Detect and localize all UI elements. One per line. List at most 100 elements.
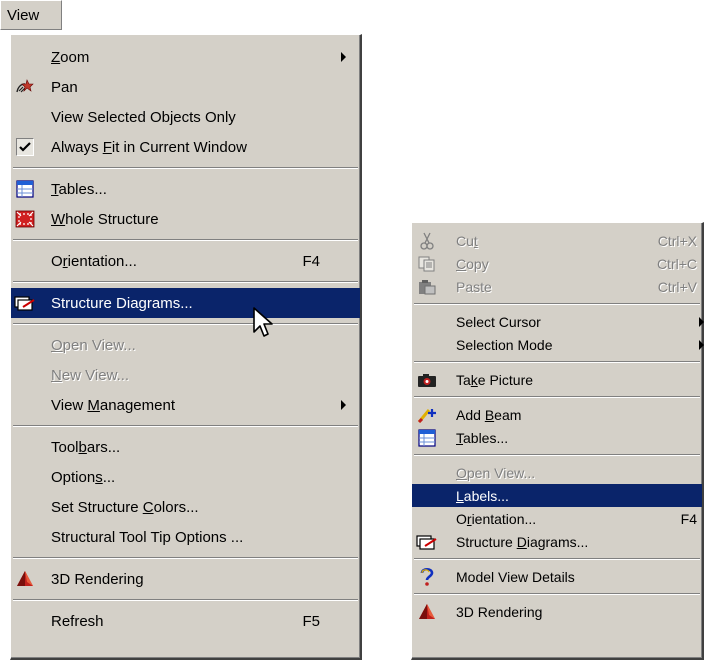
menu-item-zoom[interactable]: Zoom <box>11 42 360 72</box>
menu-item-open-view[interactable]: Open View... <box>412 461 702 484</box>
menu-item-label: Tables... <box>51 180 107 198</box>
menu-item-shortcut: F5 <box>302 612 320 630</box>
menu-item-label: Select Cursor <box>456 313 541 330</box>
menu-item-select-cursor[interactable]: Select Cursor <box>412 310 704 333</box>
scissors-icon <box>416 231 438 251</box>
menu-item-shortcut: F4 <box>680 510 697 527</box>
submenu-arrow-icon <box>341 400 346 410</box>
menu-item-label: Open View... <box>51 336 136 354</box>
menu-item-label: Selection Mode <box>456 336 553 353</box>
menu-item-toolbars[interactable]: Toolbars... <box>11 432 360 462</box>
menu-item-label: Structure Diagrams... <box>456 533 589 550</box>
menu-item-label: Toolbars... <box>51 438 121 456</box>
menu-item-label: Paste <box>456 278 492 295</box>
menu-separator <box>11 162 360 174</box>
context-menu: Cut Ctrl+X Copy Ctrl+C Paste Ctrl+V Sele… <box>411 222 704 660</box>
menu-item-label: Zoom <box>51 48 90 66</box>
menu-item-label: Cut <box>456 232 478 249</box>
menu-item-tables[interactable]: Tables... <box>412 426 702 449</box>
menu-item-3d-rendering[interactable]: 3D Rendering <box>11 564 360 594</box>
menu-item-label: 3D Rendering <box>51 570 144 588</box>
menu-separator <box>11 552 360 564</box>
menu-item-shortcut: F4 <box>302 252 320 270</box>
3d-rendering-icon <box>14 569 36 589</box>
view-menu-title-label: View <box>7 6 40 24</box>
menu-item-view-selected-objects-only[interactable]: View Selected Objects Only <box>11 102 360 132</box>
menu-item-label: Tables... <box>456 429 509 446</box>
checkmark-icon <box>14 137 36 157</box>
copy-icon <box>416 254 438 274</box>
menu-item-label: Structural Tool Tip Options ... <box>51 528 244 546</box>
menu-item-label: Add Beam <box>456 406 522 423</box>
tables-icon <box>14 179 36 199</box>
menu-item-options[interactable]: Options... <box>11 462 360 492</box>
menu-item-whole-structure[interactable]: Whole Structure <box>11 204 360 234</box>
mouse-pointer-icon <box>253 307 273 337</box>
menu-item-label: Whole Structure <box>51 210 159 228</box>
menu-item-open-view[interactable]: Open View... <box>11 330 360 360</box>
menu-item-labels[interactable]: Labels... <box>412 484 702 507</box>
menu-item-label: Structure Diagrams... <box>51 294 193 312</box>
menu-separator <box>412 553 702 565</box>
menu-item-label: Always Fit in Current Window <box>51 138 247 156</box>
menu-item-label: Orientation... <box>51 252 137 270</box>
paste-icon <box>416 277 438 297</box>
menu-item-shortcut: Ctrl+C <box>656 255 697 272</box>
menu-separator <box>412 298 702 310</box>
menu-separator <box>11 594 360 606</box>
menu-item-label: Take Picture <box>456 371 534 388</box>
menu-item-label: View Management <box>51 396 175 414</box>
pan-icon <box>14 77 36 97</box>
menu-item-cut[interactable]: Cut Ctrl+X <box>412 229 702 252</box>
menu-item-take-picture[interactable]: Take Picture <box>412 368 702 391</box>
menu-item-label: New View... <box>51 366 130 384</box>
add-beam-icon <box>416 405 438 425</box>
tables-icon <box>416 428 438 448</box>
menu-item-copy[interactable]: Copy Ctrl+C <box>412 252 702 275</box>
menu-item-orientation[interactable]: Orientation... F4 <box>11 246 360 276</box>
menu-item-label: 3D Rendering <box>456 603 543 620</box>
menu-item-shortcut: Ctrl+V <box>657 278 697 295</box>
menu-item-model-view-details[interactable]: Model View Details <box>412 565 702 588</box>
menu-item-refresh[interactable]: Refresh F5 <box>11 606 360 636</box>
menu-item-new-view[interactable]: New View... <box>11 360 360 390</box>
view-menu-title[interactable]: View <box>0 0 62 30</box>
camera-icon <box>416 370 438 390</box>
menu-item-selection-mode[interactable]: Selection Mode <box>412 333 704 356</box>
menu-item-add-beam[interactable]: Add Beam <box>412 403 702 426</box>
menu-separator <box>11 318 360 330</box>
menu-item-always-fit[interactable]: Always Fit in Current Window <box>11 132 360 162</box>
menu-separator <box>412 588 702 600</box>
menu-item-set-structure-colors[interactable]: Set Structure Colors... <box>11 492 360 522</box>
view-menu: Zoom Pan View Selected Objects Only Alwa… <box>10 34 362 660</box>
menu-item-label: Pan <box>51 78 78 96</box>
menu-separator <box>11 234 360 246</box>
menu-item-structure-diagrams[interactable]: Structure Diagrams... <box>412 530 702 553</box>
help-icon <box>416 567 438 587</box>
menu-separator <box>11 276 360 288</box>
menu-item-shortcut: Ctrl+X <box>657 232 697 249</box>
menu-item-pan[interactable]: Pan <box>11 72 360 102</box>
menu-item-3d-rendering[interactable]: 3D Rendering <box>412 600 702 623</box>
menu-item-structural-tool-tip-options[interactable]: Structural Tool Tip Options ... <box>11 522 360 552</box>
menu-item-orientation[interactable]: Orientation... F4 <box>412 507 702 530</box>
menu-item-label: Model View Details <box>456 568 575 585</box>
menu-item-label: Orientation... <box>456 510 537 527</box>
whole-structure-icon <box>14 209 36 229</box>
submenu-arrow-icon <box>699 339 704 350</box>
menu-separator <box>412 356 702 368</box>
structure-diagrams-icon <box>14 293 36 313</box>
menu-item-structure-diagrams[interactable]: Structure Diagrams... <box>11 288 360 318</box>
submenu-arrow-icon <box>341 52 346 62</box>
menu-item-tables[interactable]: Tables... <box>11 174 360 204</box>
menu-item-label: Set Structure Colors... <box>51 498 199 516</box>
menu-item-label: Options... <box>51 468 116 486</box>
menu-item-label: Copy <box>456 255 489 272</box>
menu-item-label: View Selected Objects Only <box>51 108 236 126</box>
3d-rendering-icon <box>416 602 438 622</box>
structure-diagrams-icon <box>416 532 438 552</box>
menu-item-paste[interactable]: Paste Ctrl+V <box>412 275 702 298</box>
menu-item-view-management[interactable]: View Management <box>11 390 360 420</box>
submenu-arrow-icon <box>699 316 704 327</box>
menu-separator <box>412 449 702 461</box>
